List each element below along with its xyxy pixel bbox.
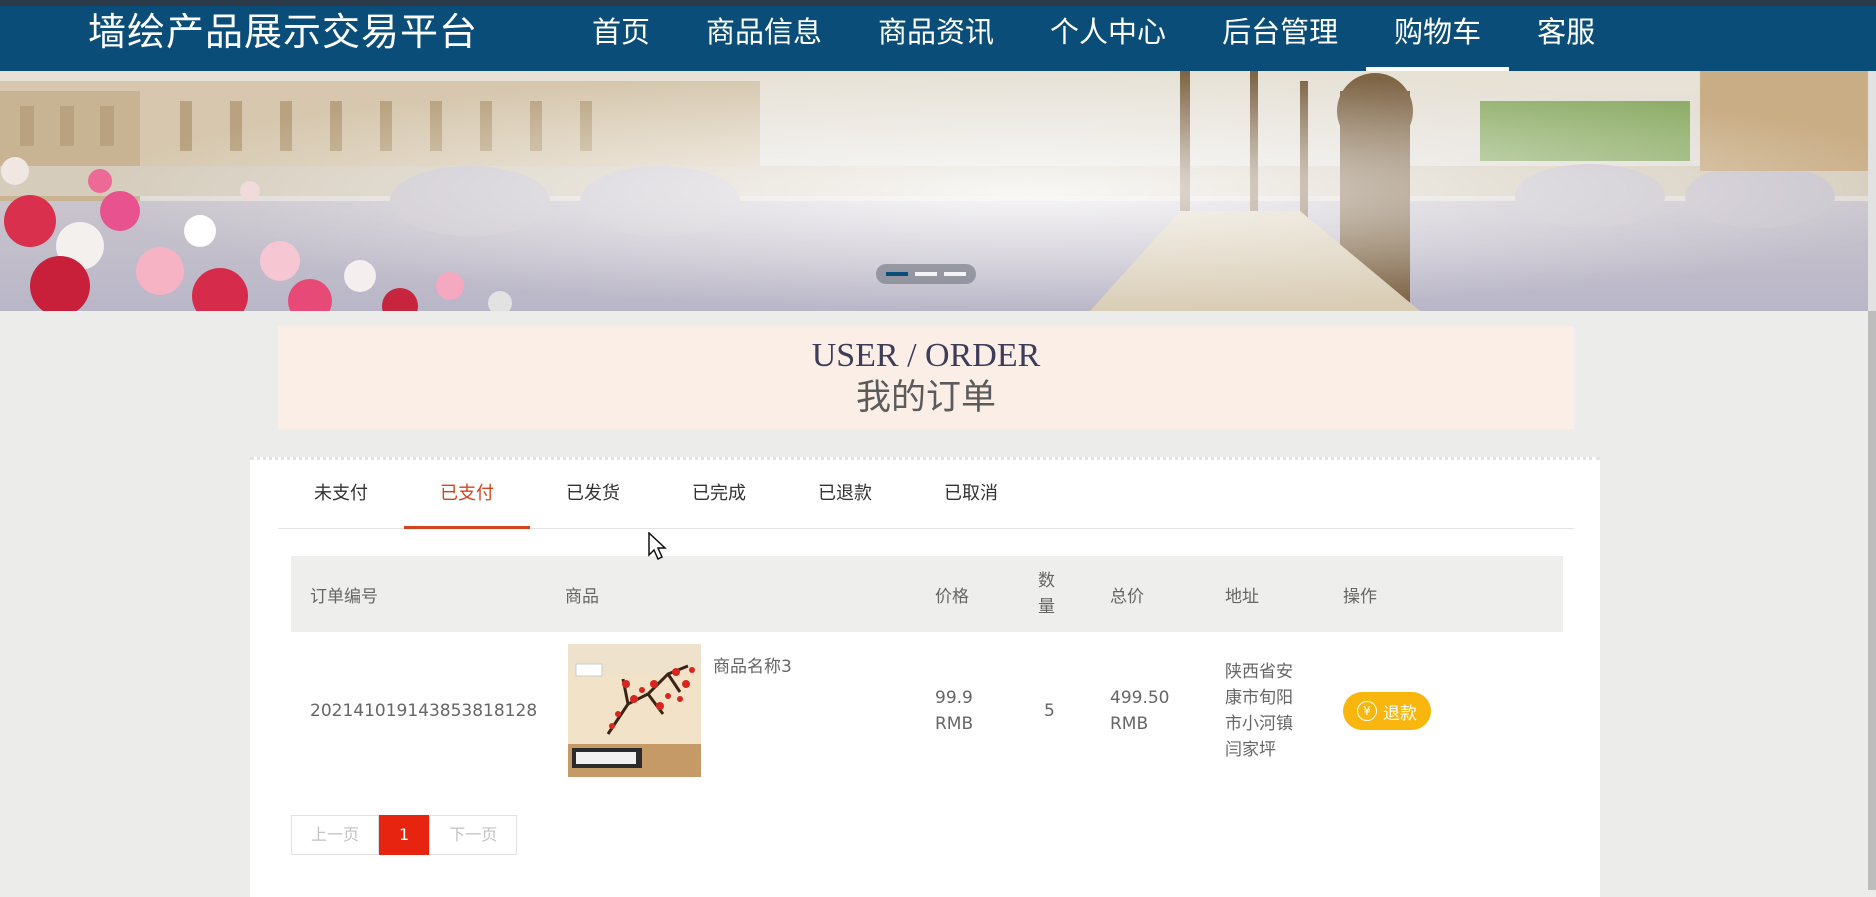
header-address: 地址 [1225,586,1259,607]
tab-completed[interactable]: 已完成 [656,460,782,528]
yen-icon: ¥ [1357,701,1377,721]
carousel-dot-1[interactable] [886,272,908,276]
mouse-cursor-icon [648,532,667,561]
table-row: 202141019143853818128 商品名称3 99.9 RMB 5 4… [291,632,1563,790]
tab-paid[interactable]: 已支付 [404,460,530,529]
header-quantity-line1: 数 [1038,571,1055,591]
address-line: 闫家坪 [1225,740,1276,760]
nav-cart[interactable]: 购物车 [1366,6,1510,71]
carousel-dot-2[interactable] [915,272,937,276]
tab-shipped[interactable]: 已发货 [530,460,656,528]
product-thumbnail[interactable] [568,644,701,777]
tab-cancelled[interactable]: 已取消 [908,460,1034,528]
section-title-en: USER / ORDER [811,337,1041,374]
price-cell: 99.9 RMB [935,632,973,790]
section-title-zh: 我的订单 [855,378,996,418]
product-name[interactable]: 商品名称3 [713,654,792,680]
total-cell: 499.50 RMB [1110,632,1169,790]
nav-service[interactable]: 客服 [1509,6,1623,58]
address-line: 市小河镇 [1225,714,1293,734]
order-panel: 未支付 已支付 已发货 已完成 已退款 已取消 订单编号 商品 价格 数 量 总… [250,457,1600,897]
header-price: 价格 [935,586,969,607]
order-status-tabs: 未支付 已支付 已发货 已完成 已退款 已取消 [278,460,1574,529]
tab-unpaid[interactable]: 未支付 [278,460,404,528]
address-line: 陕西省安 [1225,662,1293,682]
header-action: 操作 [1343,586,1377,607]
total-unit: RMB [1110,714,1149,734]
address-cell: 陕西省安 康市旬阳 市小河镇 闫家坪 [1225,632,1293,790]
carousel-dot-3[interactable] [944,272,966,276]
next-page-button[interactable]: 下一页 [429,815,518,855]
page-scrollbar-thumb[interactable] [1868,311,1876,890]
address-line: 康市旬阳 [1225,688,1293,708]
order-number: 202141019143853818128 [310,701,538,721]
header-total: 总价 [1110,586,1144,607]
header-quantity: 数 量 [1038,556,1055,632]
nav-products[interactable]: 商品信息 [678,6,850,58]
price-value: 99.9 [935,688,973,708]
header-order-no: 订单编号 [310,586,378,607]
main-menu: 首页 商品信息 商品资讯 个人中心 后台管理 购物车 客服 [564,6,1623,71]
refund-button[interactable]: ¥ 退款 [1343,692,1431,730]
refund-label: 退款 [1383,703,1417,724]
nav-user-center[interactable]: 个人中心 [1022,6,1194,58]
quantity-value: 5 [1044,701,1055,721]
header-product: 商品 [565,586,599,607]
page-1-button[interactable]: 1 [379,815,430,855]
carousel-indicator [876,264,976,284]
nav-news[interactable]: 商品资讯 [850,6,1022,58]
header-quantity-line2: 量 [1038,597,1055,617]
price-unit: RMB [935,714,974,734]
pagination: 上一页 1 下一页 [291,815,518,855]
product-image [568,644,701,777]
top-navbar: 墙绘产品展示交易平台 首页 商品信息 商品资讯 个人中心 后台管理 购物车 客服 [0,6,1876,71]
site-title: 墙绘产品展示交易平台 [88,10,479,54]
nav-home[interactable]: 首页 [564,6,678,58]
table-header: 订单编号 商品 价格 数 量 总价 地址 操作 [291,556,1563,632]
prev-page-button[interactable]: 上一页 [291,815,380,855]
section-title-box: USER / ORDER 我的订单 [278,326,1574,429]
total-value: 499.50 [1110,688,1170,708]
nav-admin[interactable]: 后台管理 [1194,6,1366,58]
tab-refunded[interactable]: 已退款 [782,460,908,528]
